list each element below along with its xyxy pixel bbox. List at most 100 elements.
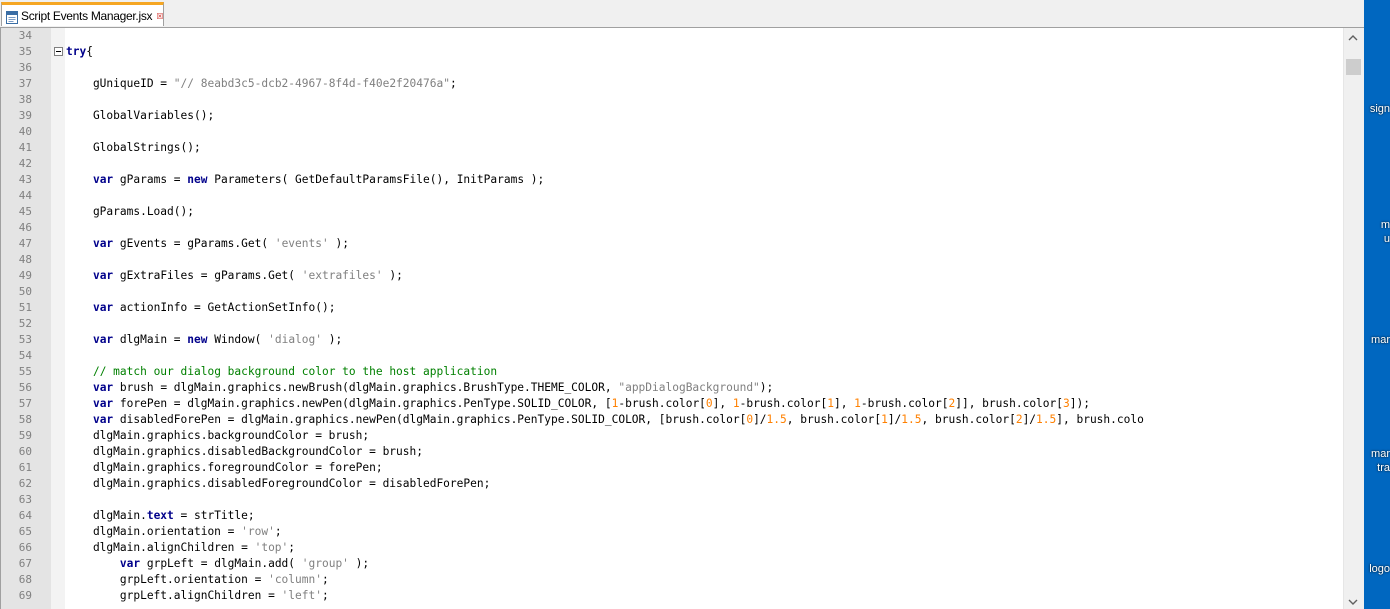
code-line[interactable]: 58 var disabledForePen = dlgMain.graphic… [1,412,1344,428]
code-line[interactable]: 47 var gEvents = gParams.Get( 'events' )… [1,236,1344,252]
line-number: 53 [18,333,32,346]
code-token: ); [322,333,343,346]
code-line[interactable]: 39 GlobalVariables(); [1,108,1344,124]
code-line[interactable]: 56 var brush = dlgMain.graphics.newBrush… [1,380,1344,396]
code-token: dlgMain = [113,333,188,346]
scroll-up-arrow-icon[interactable] [1347,33,1359,43]
code-text: gParams.Load(); [66,204,194,220]
code-token: gEvents = gParams.Get( [113,237,275,250]
code-line[interactable]: 61 dlgMain.graphics.foregroundColor = fo… [1,460,1344,476]
close-icon[interactable] [157,11,163,21]
code-line[interactable]: 40 [1,124,1344,140]
code-lines[interactable]: 34 35 try{36 37 gUniqueID = "// 8eabd3c5-dc… [1,28,1344,609]
tab-script-events-manager[interactable]: Script Events Manager.jsx [1,2,164,26]
line-number: 52 [18,317,32,330]
code-token: var [92,413,114,426]
code-line[interactable]: 38 [1,92,1344,108]
code-token: grpLeft.orientation = [66,573,269,586]
code-line[interactable]: 51 var actionInfo = GetActionSetInfo(); [1,300,1344,316]
vertical-scrollbar[interactable] [1343,28,1364,609]
line-number: 39 [18,109,32,122]
code-line[interactable]: 68 grpLeft.orientation = 'column'; [1,572,1344,588]
line-number: 44 [18,189,32,202]
code-editor[interactable]: 34 35 try{36 37 gUniqueID = "// 8eabd3c5-dc… [0,28,1364,609]
desktop-icon-label[interactable]: logo [1369,563,1390,575]
code-line[interactable]: 67 var grpLeft = dlgMain.add( 'group' ); [1,556,1344,572]
code-line[interactable]: 66 dlgMain.alignChildren = 'top'; [1,540,1344,556]
desktop-icon-label[interactable]: u [1384,233,1390,245]
line-number: 47 [18,237,32,250]
code-line[interactable]: 35 try{ [1,44,1344,60]
line-number: 38 [18,93,32,106]
code-token: ]], brush.color[ [955,397,1064,410]
code-token: ); [348,557,370,570]
code-token: 1.5 [1036,413,1057,426]
code-text: var gExtraFiles = gParams.Get( 'extrafil… [66,268,403,284]
code-line[interactable]: 60 dlgMain.graphics.disabledBackgroundCo… [1,444,1344,460]
code-line[interactable]: 43 var gParams = new Parameters( GetDefa… [1,172,1344,188]
desktop-icon-label[interactable]: m [1381,219,1390,231]
code-token: grpLeft.alignChildren = [66,589,282,602]
code-line[interactable]: 36 [1,60,1344,76]
code-line[interactable]: 48 [1,252,1344,268]
code-text: gUniqueID = "// 8eabd3c5-dcb2-4967-8f4d-… [66,76,457,92]
code-token: dlgMain. [66,509,147,522]
code-token: disabledForePen = dlgMain.graphics.newPe… [113,413,747,426]
line-number: 63 [18,493,32,506]
code-token: Parameters( GetDefaultParamsFile(), Init… [207,173,545,186]
scroll-thumb[interactable] [1346,59,1361,75]
code-line[interactable]: 52 [1,316,1344,332]
code-token: "appDialogBackground" [618,381,760,394]
code-line[interactable]: 46 [1,220,1344,236]
code-text: dlgMain.orientation = 'row'; [66,524,282,540]
line-number: 37 [18,77,32,90]
code-token: { [86,45,93,58]
code-line[interactable]: 69 grpLeft.alignChildren = 'left'; [1,588,1344,604]
code-text: dlgMain.graphics.disabledBackgroundColor… [66,444,423,460]
fold-minus-icon[interactable] [54,47,63,56]
code-token: gParams.Load(); [66,205,194,218]
line-number: 49 [18,269,32,282]
code-token: ; [321,573,329,586]
code-line[interactable]: 34 [1,28,1344,44]
code-line[interactable]: 44 [1,188,1344,204]
code-line[interactable]: 65 dlgMain.orientation = 'row'; [1,524,1344,540]
desktop-icon-label[interactable]: mar [1371,448,1390,460]
code-text: var disabledForePen = dlgMain.graphics.n… [66,412,1144,428]
code-line[interactable]: 37 gUniqueID = "// 8eabd3c5-dcb2-4967-8f… [1,76,1344,92]
code-line[interactable]: 53 var dlgMain = new Window( 'dialog' ); [1,332,1344,348]
code-token: forePen = dlgMain.graphics.newPen(dlgMai… [113,397,612,410]
code-token: actionInfo = GetActionSetInfo(); [113,301,336,314]
line-number: 67 [18,557,32,570]
scroll-down-arrow-icon[interactable] [1347,598,1359,606]
code-token: 1 [854,397,861,410]
code-token: var [92,333,114,346]
code-line[interactable]: 55 // match our dialog background color … [1,364,1344,380]
desktop-icon-label[interactable]: sign [1370,103,1390,115]
code-line[interactable]: 45 gParams.Load(); [1,204,1344,220]
code-token: 0 [705,397,713,410]
code-token: new [187,173,208,186]
code-token: ); [382,269,403,282]
code-line[interactable]: 41 GlobalStrings(); [1,140,1344,156]
code-line[interactable]: 63 [1,492,1344,508]
code-line[interactable]: 59 dlgMain.graphics.backgroundColor = br… [1,428,1344,444]
code-token: var [92,269,114,282]
code-line[interactable]: 64 dlgMain.text = strTitle; [1,508,1344,524]
desktop-icon-label[interactable]: mar [1371,334,1390,346]
code-token: new [187,333,208,346]
code-line[interactable]: 49 var gExtraFiles = gParams.Get( 'extra… [1,268,1344,284]
code-token: 2 [1015,413,1023,426]
code-line[interactable]: 54 [1,348,1344,364]
code-line[interactable]: 57 var forePen = dlgMain.graphics.newPen… [1,396,1344,412]
code-text: GlobalVariables(); [66,108,214,124]
code-line[interactable]: 50 [1,284,1344,300]
code-line[interactable]: 62 dlgMain.graphics.disabledForegroundCo… [1,476,1344,492]
code-token: try [66,45,87,58]
desktop-icon-label[interactable]: tra [1377,462,1390,474]
code-line[interactable]: 42 [1,156,1344,172]
